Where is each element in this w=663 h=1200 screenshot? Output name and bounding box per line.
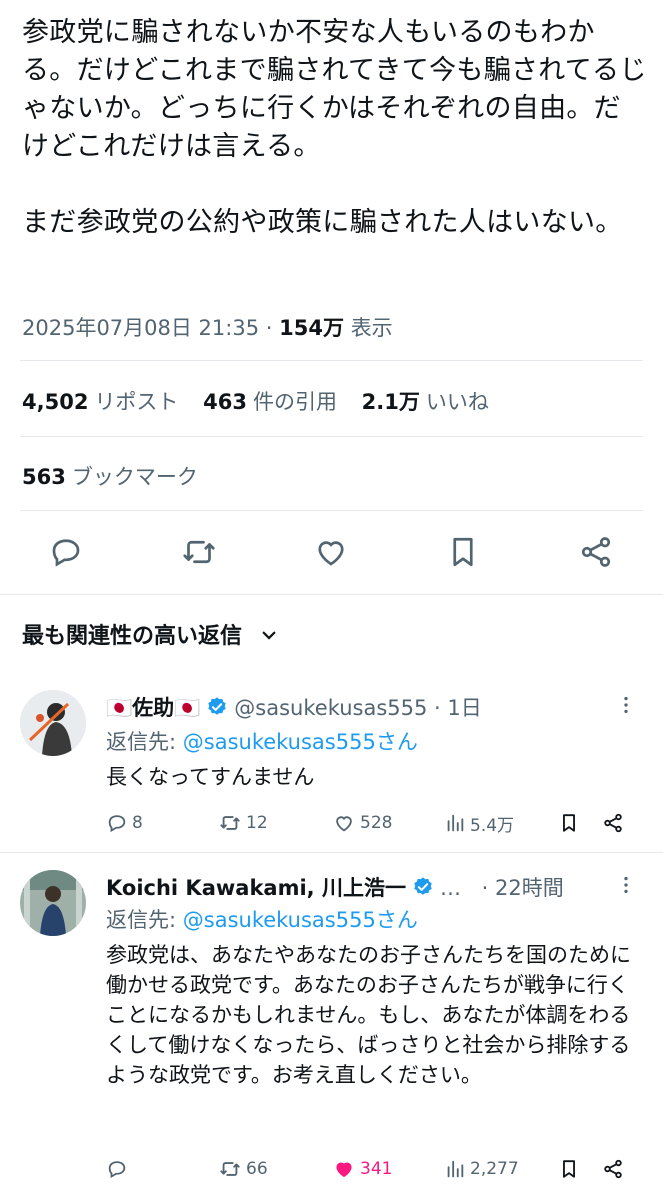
repost-button[interactable]: 12: [218, 808, 268, 838]
reply-header: 🇯🇵佐助🇯🇵 @sasukekusas555 · 1日: [106, 692, 482, 723]
reply-to-label: 返信先:: [106, 730, 183, 754]
reply-action-bar: 66 341 2,277: [106, 1154, 636, 1184]
like-count: 528: [360, 813, 393, 833]
author-name[interactable]: 🇯🇵佐助🇯🇵: [106, 696, 200, 720]
reply-time[interactable]: · 1日: [434, 696, 482, 720]
tweet-stats: 4,502 リポスト 463 件の引用 2.1万 いいね: [22, 386, 507, 416]
avatar[interactable]: [20, 690, 86, 756]
meta-separator: ·: [265, 316, 273, 340]
share-icon: [604, 813, 622, 833]
more-vertical-icon: [624, 696, 628, 714]
author-handle[interactable]: …: [440, 876, 461, 900]
divider: [20, 360, 643, 361]
repost-count: 66: [246, 1159, 268, 1179]
share-button[interactable]: [602, 808, 628, 838]
reply-button[interactable]: 8: [106, 808, 143, 838]
reply-header: Koichi Kawakami, 川上浩一 … · 22時間: [106, 872, 564, 903]
divider: [20, 436, 643, 437]
reply-to-handle[interactable]: @sasukekusas555さん: [183, 730, 418, 754]
divider: [0, 852, 663, 853]
reposts-stat[interactable]: 4,502 リポスト: [22, 390, 178, 414]
reply-to: 返信先: @sasukekusas555さん: [106, 726, 418, 756]
author-name[interactable]: Koichi Kawakami, 川上浩一: [106, 876, 406, 900]
author-handle[interactable]: @sasukekusas555: [234, 696, 427, 720]
reply-to-handle[interactable]: @sasukekusas555さん: [183, 908, 418, 932]
bookmark-button[interactable]: [558, 808, 584, 838]
like-button[interactable]: 528: [332, 808, 392, 838]
repost-button[interactable]: 66: [218, 1154, 268, 1184]
share-button[interactable]: [602, 1154, 628, 1184]
reply-button[interactable]: [106, 1154, 132, 1184]
replies-header: 最も関連性の高い返信: [22, 624, 243, 649]
bookmark-button[interactable]: [558, 1154, 584, 1184]
share-button[interactable]: [578, 534, 614, 570]
share-icon: [604, 1159, 622, 1179]
heart-icon: [336, 816, 352, 832]
reply-time[interactable]: · 22時間: [482, 876, 564, 900]
reply-to: 返信先: @sasukekusas555さん: [106, 904, 418, 934]
share-icon: [581, 537, 611, 567]
bookmark-icon: [563, 814, 575, 832]
replies-sort-dropdown[interactable]: 最も関連性の高い返信: [22, 618, 278, 650]
more-options-button[interactable]: [615, 694, 637, 716]
reply-icon: [52, 539, 80, 567]
analytics-icon: [447, 814, 464, 832]
heart-filled-icon: [336, 1162, 352, 1178]
reply-to-label: 返信先:: [106, 908, 183, 932]
like-button[interactable]: [313, 534, 349, 570]
repost-icon: [220, 1162, 240, 1176]
views-count: 5.4万: [470, 815, 515, 836]
views-button[interactable]: 5.4万: [444, 808, 514, 838]
bookmark-icon: [453, 537, 473, 567]
divider: [0, 594, 663, 595]
views-button[interactable]: 2,277: [444, 1154, 519, 1184]
more-options-button[interactable]: [615, 874, 637, 896]
reply-item[interactable]: 🇯🇵佐助🇯🇵 @sasukekusas555 · 1日 返信先: @sasukek…: [0, 676, 663, 852]
views-count: 154万: [279, 316, 344, 340]
reply-action-bar: 8 12 528 5.4万: [106, 808, 636, 838]
chevron-down-icon: [260, 625, 278, 650]
reply-icon: [108, 815, 126, 833]
verified-badge-icon: [412, 876, 434, 903]
reply-count: 8: [132, 813, 143, 833]
like-button[interactable]: 341: [332, 1154, 392, 1184]
reply-text: 長くなってすんません: [106, 765, 315, 789]
reply-text: 参政党は、あなたやあなたのお子さんたちを国のために働かせる政党です。あなたのお子…: [106, 943, 631, 1087]
views-count: 2,277: [470, 1159, 519, 1179]
likes-stat[interactable]: 2.1万 いいね: [362, 390, 489, 414]
tweet-datetime[interactable]: 2025年07月08日 21:35: [22, 316, 259, 340]
reply-item[interactable]: Koichi Kawakami, 川上浩一 … · 22時間 返信先: @sasu…: [0, 856, 663, 1200]
quotes-stat[interactable]: 463 件の引用: [203, 390, 337, 414]
tweet-meta: 2025年07月08日 21:35 · 154万 表示: [22, 312, 393, 342]
bookmark-icon: [563, 1160, 575, 1178]
more-vertical-icon: [624, 876, 628, 894]
bookmark-button[interactable]: [445, 534, 481, 570]
like-count: 341: [360, 1159, 393, 1179]
divider: [20, 510, 643, 511]
bookmarks-stat[interactable]: 563 ブックマーク: [22, 461, 198, 491]
tweet-action-bar: [0, 528, 663, 578]
heart-icon: [318, 541, 344, 566]
tweet-text: 参政党に騙されないか不安な人もいるのもわかる。だけどこれまで騙されてきて今も騙さ…: [22, 17, 647, 238]
reply-icon: [108, 1161, 126, 1179]
reply-button[interactable]: [48, 534, 84, 570]
repost-button[interactable]: [181, 534, 217, 570]
verified-badge-icon: [206, 696, 228, 723]
repost-count: 12: [246, 813, 268, 833]
avatar[interactable]: [20, 870, 86, 936]
repost-icon: [220, 816, 240, 830]
repost-icon: [183, 540, 215, 564]
views-label: 表示: [350, 316, 393, 340]
analytics-icon: [447, 1160, 464, 1178]
